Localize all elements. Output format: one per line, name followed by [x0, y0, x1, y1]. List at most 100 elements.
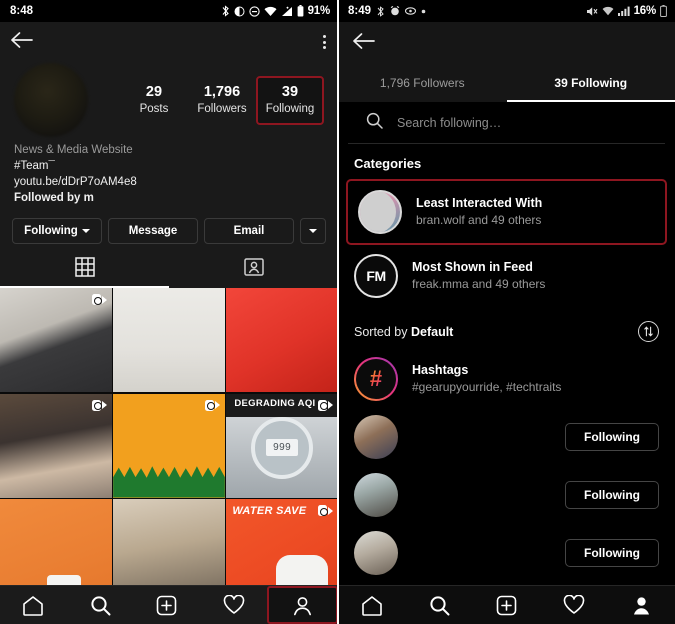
right-top-bar: [338, 22, 675, 64]
list-item-text: Hashtags #gearupyourride, #techtraits: [412, 362, 659, 396]
bluetooth-icon: [376, 5, 385, 17]
nav-home[interactable]: [0, 586, 67, 624]
fm-logo-text: FM: [366, 268, 386, 284]
right-status-time: 8:49: [348, 5, 372, 17]
stacked-photo-avatar: [358, 190, 402, 234]
profile-bio: News & Media Website #Team¯ youtu.be/dDr…: [0, 132, 338, 206]
followers-count: 1,796: [203, 83, 241, 100]
category-most-shown-in-feed[interactable]: FM Most Shown in Feed freak.mma and 49 o…: [338, 245, 675, 307]
followers-following-tabs: 1,796 Followers 39 Following: [338, 64, 675, 102]
list-item[interactable]: Following: [338, 408, 675, 466]
right-phone-screen: 8:49 16% 1,796 Followers 39 Following Se…: [338, 0, 675, 624]
kebab-menu-icon[interactable]: [323, 35, 326, 49]
decorative-grass: [113, 466, 225, 498]
profile-header: 29 Posts 1,796 Followers 39 Following: [0, 62, 338, 137]
category-title: Least Interacted With: [416, 196, 543, 210]
sort-value: Default: [410, 324, 454, 339]
post-cell[interactable]: [113, 393, 225, 498]
bio-link[interactable]: youtu.be/dDrP7oAM4e8: [14, 174, 324, 190]
avatar[interactable]: [354, 415, 398, 459]
left-bottom-nav: [0, 585, 338, 624]
nav-profile[interactable]: [267, 586, 338, 624]
stat-followers[interactable]: 1,796 Followers: [188, 78, 256, 123]
nav-search[interactable]: [405, 586, 472, 624]
following-button[interactable]: Following: [565, 481, 659, 509]
dot-icon: [421, 9, 426, 14]
sort-label[interactable]: Sorted by Default: [354, 325, 453, 339]
nav-profile[interactable]: [608, 586, 675, 624]
stat-posts[interactable]: 29 Posts: [120, 78, 188, 123]
avatar[interactable]: [354, 531, 398, 575]
grid-icon: [74, 256, 95, 282]
search-input[interactable]: Search following…: [397, 116, 501, 130]
bluetooth-icon: [221, 5, 230, 17]
stat-following[interactable]: 39 Following: [256, 75, 324, 125]
reel-icon: [317, 504, 333, 517]
dial-graphic: 999: [251, 416, 314, 479]
left-status-time: 8:48: [10, 5, 34, 17]
vibrate-icon: [234, 6, 245, 17]
tab-tagged-view[interactable]: [169, 252, 338, 286]
reel-icon: [317, 399, 333, 412]
list-item[interactable]: Following: [338, 524, 675, 582]
post-cell[interactable]: [113, 288, 225, 392]
tab-grid-view[interactable]: [0, 252, 169, 286]
mute-icon: [586, 6, 598, 17]
nav-activity[interactable]: [540, 586, 607, 624]
sort-row: Sorted by Default: [338, 307, 675, 350]
following-count: 39: [281, 83, 299, 100]
profile-avatar[interactable]: [14, 63, 88, 137]
battery-icon: [297, 5, 304, 17]
back-arrow-icon[interactable]: [352, 32, 376, 55]
reel-icon: [91, 293, 107, 306]
following-button[interactable]: Following: [565, 539, 659, 567]
post-cell[interactable]: [0, 288, 112, 392]
nav-activity[interactable]: [200, 586, 267, 624]
post-cell[interactable]: [0, 393, 112, 498]
post-cell[interactable]: DEGRADING AQI 999: [226, 393, 338, 498]
tab-following[interactable]: 39 Following: [506, 64, 675, 102]
profile-view-tabs: [0, 252, 338, 286]
category-subtitle: bran.wolf and 49 others: [416, 213, 542, 227]
posts-count: 29: [145, 83, 163, 100]
post-grid: DEGRADING AQI 999 WATER SAVE: [0, 288, 338, 603]
right-battery-percent: 16%: [633, 5, 657, 17]
posts-label: Posts: [139, 102, 169, 115]
category-text: Most Shown in Feed freak.mma and 49 othe…: [412, 259, 545, 293]
nav-create[interactable]: [134, 586, 201, 624]
category-subtitle: freak.mma and 49 others: [412, 277, 546, 291]
signal-icon: [617, 6, 630, 16]
post-cell[interactable]: [226, 288, 338, 392]
sort-toggle-icon[interactable]: [638, 321, 659, 342]
category-text: Least Interacted With bran.wolf and 49 o…: [416, 195, 542, 229]
avatar[interactable]: [354, 473, 398, 517]
list-item-hashtags[interactable]: # Hashtags #gearupyourride, #techtraits: [338, 350, 675, 408]
tab-followers[interactable]: 1,796 Followers: [338, 64, 507, 102]
list-item[interactable]: Following: [338, 466, 675, 524]
alarm-icon: [390, 6, 400, 16]
following-button[interactable]: Following: [565, 423, 659, 451]
bio-followed-by: Followed by m: [14, 192, 94, 204]
following-button-label: Following: [24, 225, 78, 237]
reel-icon: [91, 399, 107, 412]
back-arrow-icon[interactable]: [10, 31, 34, 54]
left-status-bar: 8:48 91%: [0, 0, 338, 22]
post-caption: DEGRADING AQI: [234, 397, 316, 409]
following-button[interactable]: Following: [12, 218, 102, 244]
person-frame-icon: [243, 257, 264, 282]
screenshot-root: 8:48 91% 29 Posts 1,796 Followers 39 Fol…: [0, 0, 675, 624]
hash-glyph: #: [369, 366, 383, 391]
chevron-down-icon: [81, 229, 90, 233]
category-least-interacted-with[interactable]: Least Interacted With bran.wolf and 49 o…: [346, 179, 667, 245]
nav-search[interactable]: [67, 586, 134, 624]
post-caption: WATER SAVE: [232, 505, 307, 517]
email-button[interactable]: Email: [204, 218, 294, 244]
bio-category: News & Media Website: [14, 144, 133, 156]
right-bottom-nav: [338, 585, 675, 624]
profile-actions: Following Message Email: [0, 206, 338, 244]
nav-create[interactable]: [473, 586, 540, 624]
more-actions-button[interactable]: [300, 218, 326, 244]
message-button[interactable]: Message: [108, 218, 198, 244]
search-bar[interactable]: Search following…: [348, 102, 665, 144]
nav-home[interactable]: [338, 586, 405, 624]
